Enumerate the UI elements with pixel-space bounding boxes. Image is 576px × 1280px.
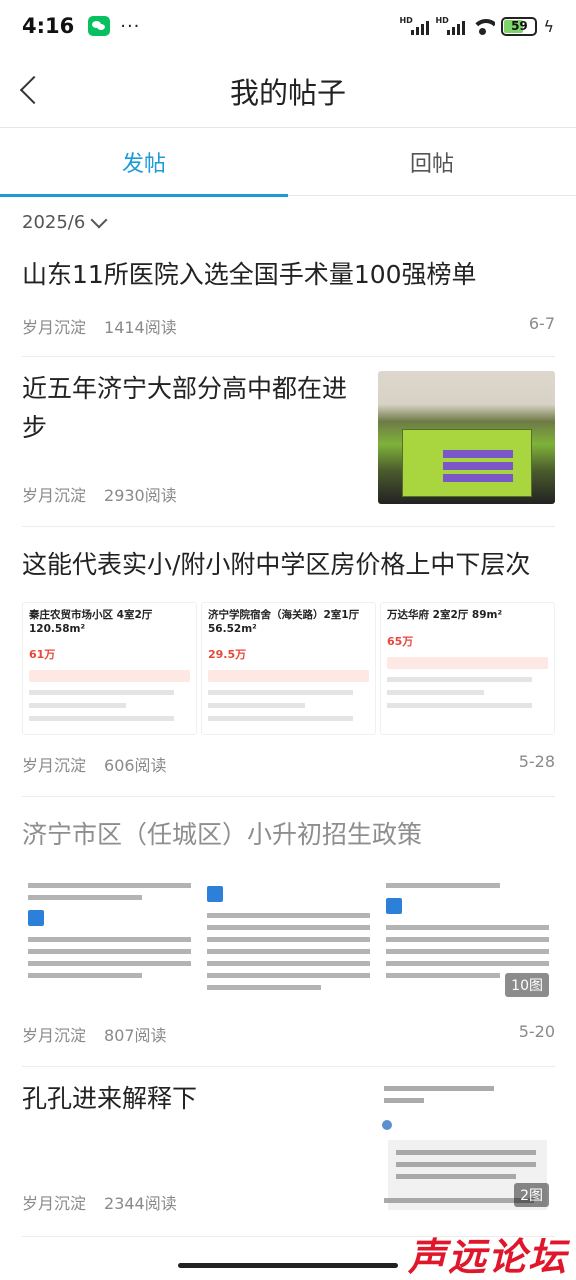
- more-notifications-icon: ···: [120, 15, 141, 37]
- status-time: 4:16: [22, 14, 75, 38]
- listing-price: 65万: [387, 634, 414, 648]
- post-author: 岁月沉淀: [22, 486, 87, 505]
- signal-icon-2: HD: [435, 16, 466, 36]
- wifi-icon: [471, 17, 496, 35]
- post-author: 岁月沉淀: [22, 318, 87, 337]
- post-image[interactable]: 10图: [380, 870, 555, 1003]
- post-image[interactable]: 秦庄农贸市场小区 4室2厅 120.58m² 61万: [22, 602, 197, 735]
- post-title: 近五年济宁大部分高中都在进步: [22, 374, 348, 442]
- charging-icon: ϟ: [543, 16, 554, 36]
- battery-icon: 59: [501, 16, 538, 36]
- page-title: 我的帖子: [229, 76, 346, 110]
- post-date: 5-20: [518, 1022, 555, 1041]
- listing-price: 61万: [29, 648, 56, 662]
- post-title: 济宁市区（任城区）小升初招生政策: [22, 820, 423, 849]
- post-item[interactable]: 孔孔进来解释下 岁月沉淀 2344阅读 2图: [22, 1080, 555, 1230]
- post-thumbnail[interactable]: 2图: [378, 1080, 555, 1213]
- listing-price: 29.5万: [208, 648, 247, 662]
- listing-title: 万达华府 2室2厅 89m²: [387, 609, 503, 621]
- post-item[interactable]: 济宁市区（任城区）小升初招生政策 10图 岁月沉淀 807阅读 5-20: [22, 816, 555, 1066]
- post-title: 这能代表实小/附小附中学区房价格上中下层次: [22, 550, 531, 579]
- post-author: 岁月沉淀: [22, 1194, 87, 1213]
- listing-title: 秦庄农贸市场小区 4室2厅 120.58m²: [29, 609, 153, 635]
- month-label: 2025/6: [22, 212, 86, 233]
- post-image[interactable]: [201, 870, 376, 1003]
- divider: [22, 526, 555, 527]
- post-image[interactable]: [22, 870, 197, 1003]
- post-reads: 606阅读: [104, 756, 167, 775]
- forum-watermark: 声远论坛: [407, 1235, 568, 1279]
- post-meta: 岁月沉淀 1414阅读 6-7: [22, 314, 555, 338]
- status-bar: 4:16 ··· HD HD 59 ϟ: [0, 0, 576, 52]
- post-item[interactable]: 近五年济宁大部分高中都在进步 岁月沉淀 2930阅读: [22, 370, 555, 526]
- post-image[interactable]: 济宁学院宿舍（海关路）2室1厅 56.52m² 29.5万: [201, 602, 376, 735]
- tab-replies[interactable]: 回帖: [288, 128, 576, 196]
- post-title: 山东11所医院入选全国手术量100强榜单: [22, 260, 477, 289]
- post-meta: 岁月沉淀 2344阅读: [22, 1190, 375, 1214]
- wechat-icon: [88, 16, 111, 36]
- post-date: 5-28: [518, 752, 555, 771]
- month-filter[interactable]: 2025/6: [22, 211, 108, 233]
- chevron-down-icon: [90, 211, 108, 228]
- post-reads: 2930阅读: [104, 486, 177, 505]
- image-count-badge: 10图: [505, 973, 549, 997]
- post-reads: 1414阅读: [104, 318, 177, 337]
- post-author: 岁月沉淀: [22, 756, 87, 775]
- signal-icon: HD: [399, 16, 430, 36]
- divider: [22, 796, 555, 797]
- post-title: 孔孔进来解释下: [22, 1084, 198, 1113]
- tab-posts[interactable]: 发帖: [0, 128, 288, 197]
- post-reads: 807阅读: [104, 1026, 167, 1045]
- post-item[interactable]: 这能代表实小/附小附中学区房价格上中下层次 秦庄农贸市场小区 4室2厅 120.…: [22, 546, 555, 796]
- post-date: 6-7: [528, 314, 555, 333]
- listing-title: 济宁学院宿舍（海关路）2室1厅 56.52m²: [208, 609, 360, 635]
- post-image[interactable]: 万达华府 2室2厅 89m² 65万: [380, 602, 555, 735]
- post-meta: 岁月沉淀 606阅读 5-28: [22, 752, 555, 776]
- post-item[interactable]: 山东11所医院入选全国手术量100强榜单 岁月沉淀 1414阅读 6-7: [22, 256, 555, 356]
- post-author: 岁月沉淀: [22, 1026, 87, 1045]
- post-meta: 岁月沉淀 2930阅读: [22, 482, 375, 506]
- image-count-badge: 2图: [514, 1183, 549, 1207]
- post-thumbnail[interactable]: [378, 371, 555, 504]
- divider: [22, 356, 555, 357]
- post-reads: 2344阅读: [104, 1194, 177, 1213]
- home-indicator[interactable]: [178, 1263, 398, 1268]
- divider: [22, 1066, 555, 1067]
- tab-bar: 发帖 回帖: [0, 128, 576, 197]
- post-meta: 岁月沉淀 807阅读 5-20: [22, 1022, 555, 1046]
- nav-bar: 我的帖子: [0, 52, 576, 128]
